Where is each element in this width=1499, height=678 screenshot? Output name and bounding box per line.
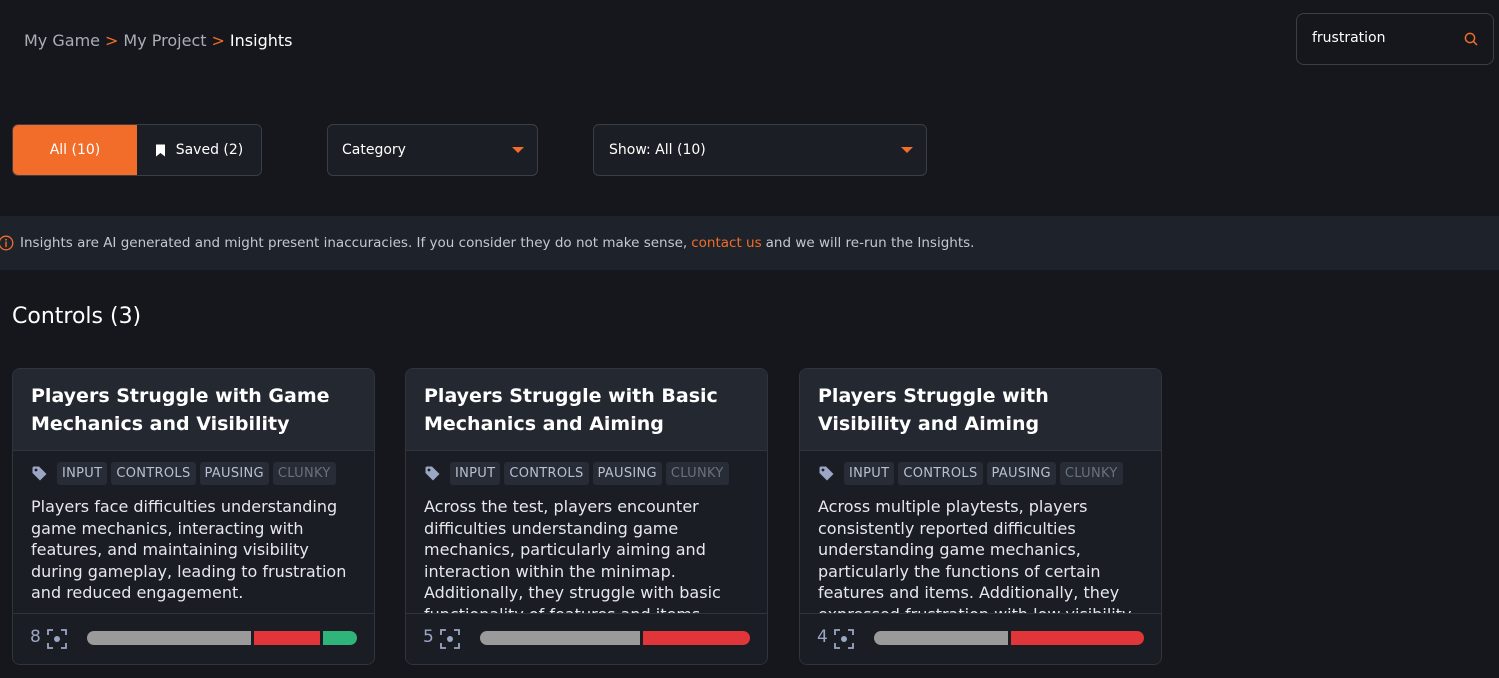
notice-text: Insights are AI generated and might pres… <box>20 235 688 251</box>
card-title: Players Struggle with Visibility and Aim… <box>818 385 1049 435</box>
search-input[interactable] <box>1312 30 1462 46</box>
card-footer: 5 <box>406 613 767 664</box>
tag-icon <box>425 466 440 480</box>
card-description: Across multiple playtests, players consi… <box>818 497 1135 614</box>
breadcrumb-separator: > <box>211 31 225 50</box>
sentiment-segment-negative <box>1010 631 1144 645</box>
card-title: Players Struggle with Game Mechanics and… <box>31 385 330 435</box>
search-icon[interactable] <box>1463 31 1479 47</box>
tab-all[interactable]: All (10) <box>13 125 137 175</box>
caret-down-icon <box>901 147 913 153</box>
notice-text-end: and we will re-run the Insights. <box>765 235 975 251</box>
sentiment-segment-negative <box>253 631 320 645</box>
sentiment-segment-negative <box>643 631 750 645</box>
tag: CLUNKY <box>1059 461 1123 485</box>
sentiment-segment-neutral <box>87 631 251 645</box>
tag: INPUT <box>844 461 895 485</box>
card-header: Players Struggle with Basic Mechanics an… <box>406 369 767 451</box>
breadcrumb-item-project[interactable]: My Project <box>123 31 206 50</box>
tab-saved[interactable]: Saved (2) <box>137 125 261 175</box>
tab-all-label: All (10) <box>49 142 101 158</box>
show-dropdown-label: Show: All (10) <box>609 142 706 158</box>
sentiment-bar <box>87 631 357 645</box>
sentiment-bar <box>480 631 750 645</box>
breadcrumb-current: Insights <box>229 31 293 50</box>
tag: INPUT <box>57 461 108 485</box>
evidence-count: 4 <box>817 627 828 647</box>
sentiment-segment-positive <box>322 631 357 645</box>
section-title: Controls (3) <box>12 304 142 329</box>
tag: CONTROLS <box>111 461 196 485</box>
breadcrumb-item-game[interactable]: My Game <box>24 31 100 50</box>
tag: CONTROLS <box>504 461 589 485</box>
focus-icon <box>834 629 854 649</box>
focus-icon <box>47 629 67 649</box>
card-title: Players Struggle with Basic Mechanics an… <box>424 385 718 435</box>
card-description: Across the test, players encounter diffi… <box>424 497 721 614</box>
category-dropdown[interactable]: Category <box>327 124 538 176</box>
sentiment-bar <box>874 631 1144 645</box>
filter-tabs: All (10) Saved (2) <box>12 124 262 176</box>
tag: CONTROLS <box>898 461 983 485</box>
evidence-count: 8 <box>30 627 41 647</box>
evidence-count: 5 <box>423 627 434 647</box>
ai-notice-banner: Insights are AI generated and might pres… <box>0 216 1499 270</box>
tag-icon <box>32 466 47 480</box>
contact-us-link[interactable]: contact us <box>691 235 761 251</box>
search-box <box>1296 13 1494 65</box>
tag: PAUSING <box>199 461 269 485</box>
info-icon <box>0 235 14 251</box>
tag-list: INPUT CONTROLS PAUSING CLUNKY <box>818 460 1151 486</box>
tag-list: INPUT CONTROLS PAUSING CLUNKY <box>424 460 757 486</box>
caret-down-icon <box>512 147 524 153</box>
tag-list: INPUT CONTROLS PAUSING CLUNKY <box>31 460 364 486</box>
card-header: Players Struggle with Game Mechanics and… <box>13 369 374 451</box>
breadcrumb-separator: > <box>105 31 119 50</box>
tag: CLUNKY <box>665 461 729 485</box>
show-dropdown[interactable]: Show: All (10) <box>593 124 927 176</box>
bookmark-icon <box>155 144 165 156</box>
tag-icon <box>819 466 834 480</box>
tag: PAUSING <box>592 461 662 485</box>
tag: PAUSING <box>986 461 1056 485</box>
tab-saved-label: Saved (2) <box>175 142 244 158</box>
card-header: Players Struggle with Visibility and Aim… <box>800 369 1161 451</box>
sentiment-segment-neutral <box>874 631 1008 645</box>
category-dropdown-label: Category <box>342 142 406 158</box>
sentiment-segment-neutral <box>480 631 641 645</box>
card-footer: 4 <box>800 613 1161 664</box>
breadcrumb: My Game > My Project > Insights <box>24 31 292 50</box>
card-footer: 8 <box>13 613 374 664</box>
focus-icon <box>440 629 460 649</box>
insight-card[interactable]: Players Struggle with Basic Mechanics an… <box>405 368 768 665</box>
tag: CLUNKY <box>272 461 336 485</box>
insight-card[interactable]: Players Struggle with Game Mechanics and… <box>12 368 375 665</box>
insight-card[interactable]: Players Struggle with Visibility and Aim… <box>799 368 1162 665</box>
card-description: Players face difficulties understanding … <box>31 497 347 602</box>
tag: INPUT <box>450 461 501 485</box>
